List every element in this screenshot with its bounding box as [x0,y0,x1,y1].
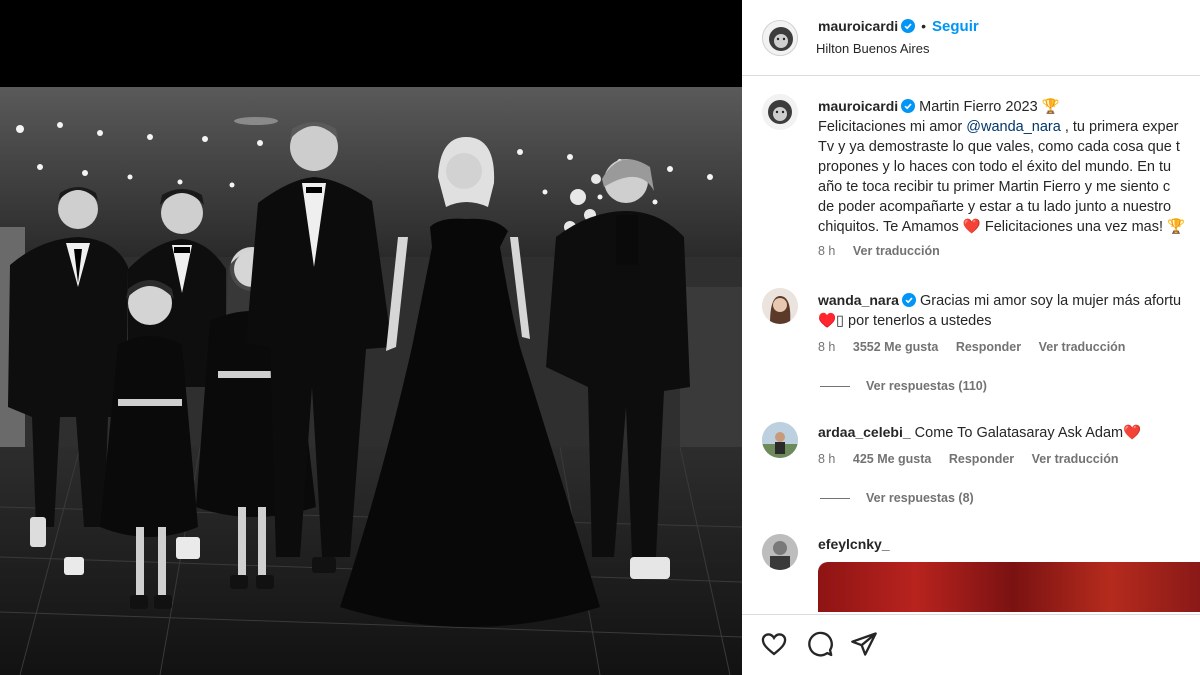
comment-meta: 8 h 3552 Me gusta Responder Ver traducci… [818,340,1139,354]
post-header: mauroicardi • Seguir Hilton Buenos Aires [742,0,1200,76]
reply-button[interactable]: Responder [956,340,1021,354]
caption-username[interactable]: mauroicardi [818,98,898,114]
caption-author-avatar[interactable] [762,94,798,130]
comment-text-line-1: Come To Galatasaray Ask Adam❤️ [914,425,1142,441]
view-replies-label: Ver respuestas (110) [866,379,987,393]
comment-icon[interactable] [806,630,834,658]
header-line: mauroicardi • Seguir [818,18,979,35]
post-location[interactable]: Hilton Buenos Aires [816,41,929,56]
view-replies-button[interactable]: Ver respuestas (110) [820,379,987,393]
translate-link[interactable]: Ver traducción [1032,452,1119,466]
caption-time[interactable]: 8 h [818,244,835,258]
caption-line-1: Martin Fierro 2023 🏆 [919,99,1060,115]
translate-link[interactable]: Ver traducción [1039,340,1126,354]
caption-line-2-end: , tu primera exper [1060,119,1179,135]
comment-text: efeylcnky_ [818,534,1200,555]
comment-likes[interactable]: 425 Me gusta [853,452,932,466]
caption-text: mauroicardi Martin Fierro 2023 🏆 Felicit… [818,96,1200,237]
caption-translate-link[interactable]: Ver traducción [853,244,940,258]
comment-likes[interactable]: 3552 Me gusta [853,340,938,354]
author-avatar[interactable] [762,20,798,56]
comment-username[interactable]: efeylcnky_ [818,536,890,552]
reply-button[interactable]: Responder [949,452,1014,466]
view-replies-label: Ver respuestas (8) [866,491,974,505]
caption-line-5: año te toca recibir tu primer Martin Fie… [818,179,1171,195]
comment-username[interactable]: wanda_nara [818,292,899,308]
profile-photo-icon [762,288,798,324]
comment-avatar[interactable] [762,534,798,570]
caption-mention-link[interactable]: @wanda_nara [966,119,1061,135]
post-action-bar [742,614,1200,675]
comment-text: wanda_nara Gracias mi amor soy la mujer … [818,290,1200,331]
replies-divider [820,386,850,388]
caption-line-6: de poder acompañarte y estar a tu lado j… [818,199,1172,215]
follow-button[interactable]: Seguir [932,18,979,35]
share-icon[interactable] [850,630,878,658]
verified-badge-icon [901,99,916,113]
post-side-panel: mauroicardi • Seguir Hilton Buenos Aires m… [742,0,1200,675]
caption-line-3: Tv y ya demostraste lo que vales, como c… [818,139,1180,155]
comment-image-preview[interactable] [818,562,1200,612]
comment-avatar[interactable] [762,422,798,458]
comment-avatar[interactable] [762,288,798,324]
caption-line-2-start: Felicitaciones mi amor [818,119,967,135]
view-replies-button[interactable]: Ver respuestas (8) [820,491,974,505]
comment-time[interactable]: 8 h [818,340,835,354]
post-photo[interactable] [0,87,742,675]
author-username[interactable]: mauroicardi [818,18,898,34]
header-separator: • [921,18,927,34]
verified-badge-icon [901,293,916,307]
caption-line-7: chiquitos. Te Amamos ❤️ Felicitaciones u… [818,219,1186,235]
profile-photo-icon [762,422,798,458]
comment-text: ardaa_celebi_ Come To Galatasaray Ask Ad… [818,422,1200,443]
caption-meta: 8 h Ver traducción [818,244,954,258]
lion-avatar-icon [762,94,798,130]
family-photo-image [0,87,742,675]
comment-username[interactable]: ardaa_celebi_ [818,424,911,440]
comment-text-line-2: ♥️▯ por tenerlos a ustedes [818,313,992,329]
comment-text-line-1: Gracias mi amor soy la mujer más afortu [919,293,1182,309]
comment-meta: 8 h 425 Me gusta Responder Ver traducció… [818,452,1133,466]
verified-badge-icon [901,19,916,33]
replies-divider [820,498,850,500]
post-media [0,0,742,675]
lion-avatar-icon [763,21,797,55]
comment-time[interactable]: 8 h [818,452,835,466]
caption-line-4: propones y lo haces con todo el éxito de… [818,159,1172,175]
profile-photo-icon [762,534,798,570]
heart-icon[interactable] [760,630,788,658]
